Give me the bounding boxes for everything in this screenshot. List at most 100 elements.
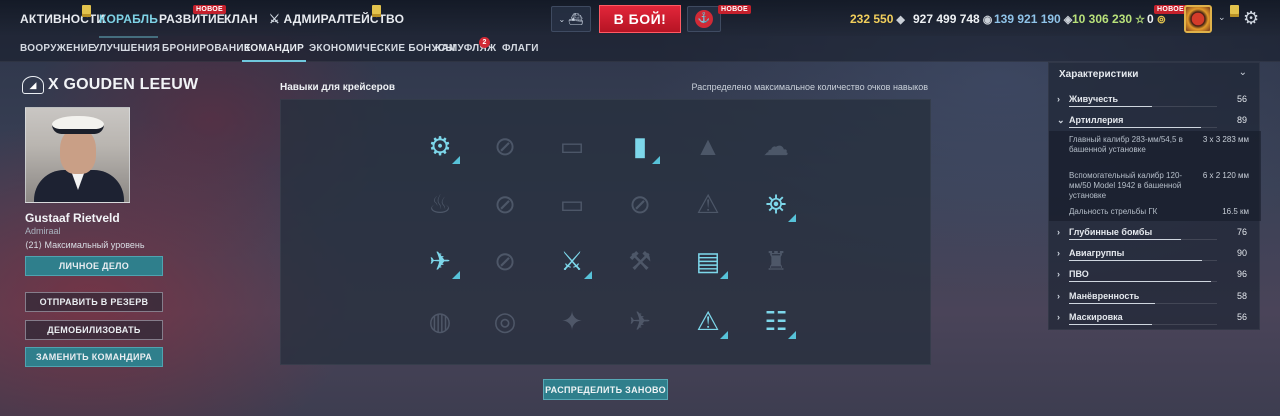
radar-icon: ◎ [493,306,517,336]
chevron-down-icon[interactable]: ⌄ [1218,12,1226,23]
crossed-swords-icon: ⚔ [560,246,584,276]
skill-slot[interactable]: ✈ [420,241,460,281]
stat-label: Живучесть [1069,94,1119,104]
stat-value: 56 [1236,94,1247,104]
chevron-down-icon[interactable]: ⌄ [1239,67,1247,78]
detail-label: Вспомогательный калибр 120-мм/50 Model 1… [1069,171,1183,200]
chevron-right-icon: › [1057,291,1060,301]
skill-slot[interactable]: ⚠ [688,301,728,341]
chevron-right-icon: › [1057,94,1060,104]
skill-slot[interactable]: ⚙ [420,126,460,166]
send-to-reserve-button[interactable]: ОТПРАВИТЬ В РЕЗЕРВ [25,292,163,312]
stat-row-survivability[interactable]: › Живучесть 56 [1057,92,1253,110]
nav-progression[interactable]: РАЗВИТИЕ [159,12,225,26]
smoke-icon: ☁ [763,131,789,161]
stat-row-aircraft[interactable]: › Авиагруппы 90 [1057,246,1253,264]
skill-slot[interactable]: ⊘ [485,126,525,166]
nav-admiralty[interactable]: ⚔ АДМИРАЛТЕЙСТВО [269,12,404,26]
mail-envelope-icon[interactable] [372,5,381,17]
chevron-right-icon: › [1057,248,1060,258]
stat-bar-fill [1069,281,1212,282]
stat-row-depth-charges[interactable]: › Глубинные бомбы 76 [1057,225,1253,243]
commander-portrait[interactable] [25,107,130,203]
stat-label: ПВО [1069,269,1089,279]
crossed-swords-icon: ⚔ [269,12,284,26]
shells-icon: ▮ [632,131,648,161]
chevron-right-icon: › [1057,312,1060,322]
free-xp-counter[interactable]: 139 921 190 ◈ [994,12,1072,26]
detail-label: Дальность стрельбы ГК [1069,207,1158,216]
stat-row-artillery[interactable]: ⌄ Артиллерия 89 [1057,113,1253,131]
stat-label: Артиллерия [1069,115,1124,125]
credits-value: 232 550 [850,12,894,26]
skill-slot[interactable]: ♨ [420,184,460,224]
stat-bar [1069,281,1217,282]
personal-file-button[interactable]: ЛИЧНОЕ ДЕЛО [25,256,163,276]
gear-icon[interactable]: ⚙ [1243,8,1259,29]
demobilize-button[interactable]: ДЕМОБИЛИЗОВАТЬ [25,320,163,340]
bird-icon: ✦ [561,306,583,336]
silver-counter[interactable]: 927 499 748 ◉ [913,12,992,26]
skill-slot[interactable]: ♜ [756,241,796,281]
camouflage-count-badge: 2 [479,37,490,48]
skill-slot[interactable]: ◍ [420,301,460,341]
skill-slot[interactable]: ⚠ [688,184,728,224]
stat-bar-fill [1069,106,1152,107]
elite-xp-counter[interactable]: 10 306 230 ☆ [1072,12,1145,26]
mail-envelope-icon[interactable] [1230,5,1239,17]
skill-slot[interactable]: ⛯ [756,184,796,224]
gunner-icon: ⚙ [428,131,452,161]
skill-slot[interactable]: ⚒ [620,241,660,281]
aa-plane-icon: ✈ [429,246,451,276]
stat-bar-fill [1069,239,1182,240]
skill-slot[interactable]: ▭ [552,126,592,166]
nav-activities[interactable]: АКТИВНОСТИ [20,12,105,26]
tab-armament[interactable]: ВООРУЖЕНИЕ [20,43,95,54]
credits-counter[interactable]: 232 550 ◆ [850,12,905,26]
stat-row-maneuverability[interactable]: › Манёвренность 58 [1057,289,1253,307]
stat-bar-fill [1069,260,1203,261]
nav-ship[interactable]: КОРАБЛЬ [99,12,159,38]
nav-clan[interactable]: КЛАН [224,12,258,26]
stat-value: 76 [1236,227,1247,237]
skill-slot[interactable]: ☷ [756,301,796,341]
skill-slot[interactable]: ⊘ [620,184,660,224]
stat-bar [1069,127,1217,128]
skill-slot[interactable]: ⚔ [552,241,592,281]
battle-mode-new-badge: НОВОЕ [718,5,751,14]
tab-economic-bonuses[interactable]: ЭКОНОМИЧЕСКИЕ БОНУСЫ [309,43,456,54]
stat-row-aa-defense[interactable]: › ПВО 96 [1057,267,1253,285]
clan-emblem-icon[interactable] [1184,5,1212,33]
stat-row-concealment[interactable]: › Маскировка 56 [1057,310,1253,328]
skill-slot[interactable]: ☁ [756,126,796,166]
skill-slot[interactable]: ✦ [552,301,592,341]
skill-slot[interactable]: ⊘ [485,184,525,224]
tab-upgrades[interactable]: УЛУЧШЕНИЯ [93,43,160,54]
battle-button[interactable]: В БОЙ! [599,5,681,33]
silver-value: 927 499 748 [913,12,980,26]
tab-flags[interactable]: ФЛАГИ [502,43,539,54]
skill-slot[interactable]: ▲ [688,126,728,166]
skill-slot[interactable]: ◎ [485,301,525,341]
premium-counter[interactable]: 0 ⊚ [1147,12,1166,26]
commander-name: Gustaaf Rietveld [25,211,120,225]
skill-slot[interactable]: ▤ [688,241,728,281]
detail-value: 6 х 2 120 мм [1202,171,1249,180]
battle-mode-selector[interactable]: ⚓ [687,6,721,32]
tab-commander[interactable]: КОМАНДИР [241,43,307,62]
nav-admiralty-label: АДМИРАЛТЕЙСТВО [283,12,405,26]
skill-slot[interactable]: ▭ [552,184,592,224]
skill-slot[interactable]: ✈ [620,301,660,341]
locked-icon: ⊘ [494,189,516,219]
chevron-right-icon: › [1057,227,1060,237]
skill-slot[interactable]: ⊘ [485,241,525,281]
replace-commander-button[interactable]: ЗАМЕНИТЬ КОМАНДИРА [25,347,163,367]
stat-value: 89 [1236,115,1247,125]
mail-envelope-icon[interactable] [82,5,91,17]
tab-armor[interactable]: БРОНИРОВАНИЕ [162,43,251,54]
ship-selector[interactable]: ⌄ ⛴ [551,6,591,32]
chevron-down-icon: ⌄ [1057,115,1065,125]
fire-icon: ♨ [428,189,452,219]
skill-slot[interactable]: ▮ [620,126,660,166]
redistribute-button[interactable]: РАСПРЕДЕЛИТЬ ЗАНОВО [543,379,668,400]
